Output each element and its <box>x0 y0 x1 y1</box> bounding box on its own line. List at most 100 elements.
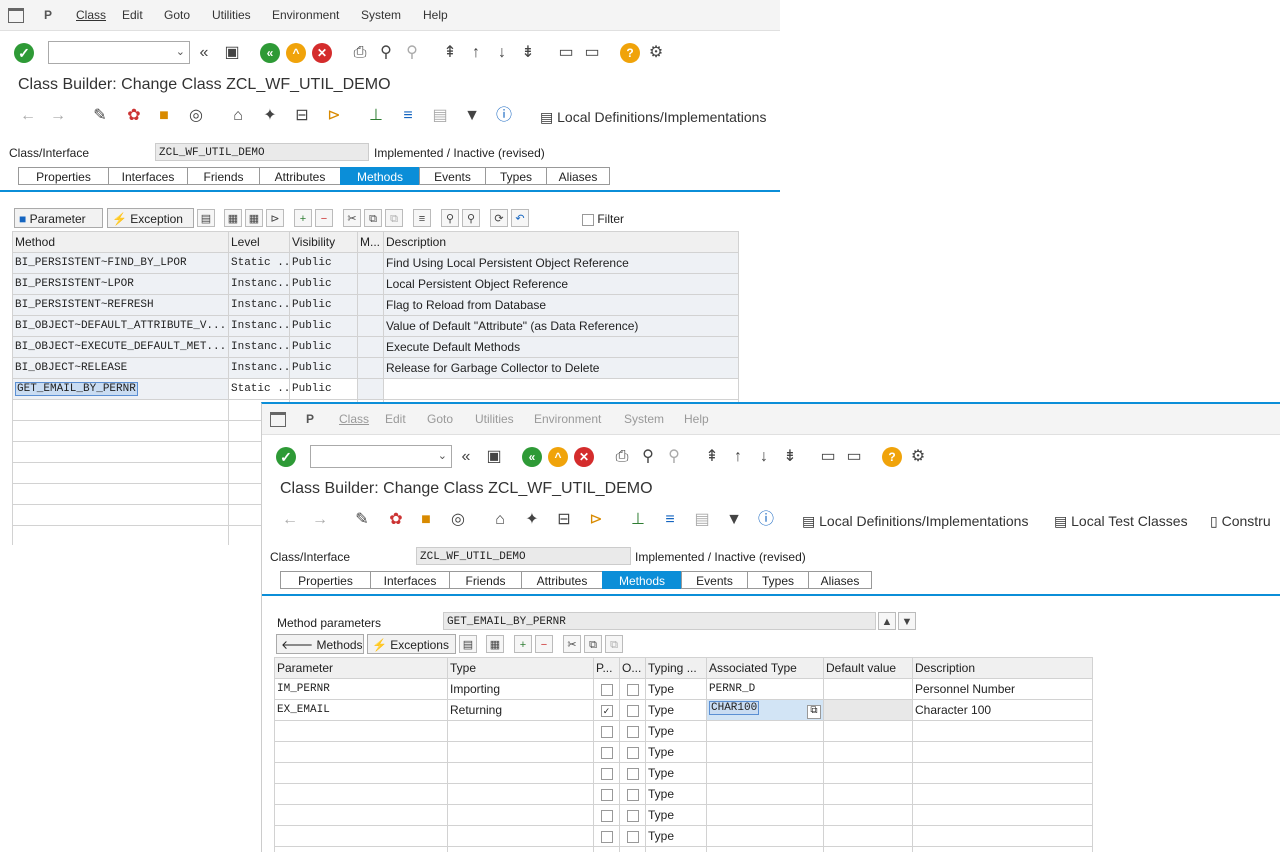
visibility-cell[interactable]: Public <box>289 294 358 316</box>
table-icon[interactable]: ▤ <box>692 510 712 530</box>
level-cell[interactable]: Instanc... <box>228 294 290 316</box>
associated-type-cell[interactable]: PERNR_D <box>706 678 824 700</box>
pass-value-checkbox[interactable] <box>600 725 613 738</box>
tab-interfaces[interactable]: Interfaces <box>108 167 187 185</box>
default-value-cell[interactable] <box>823 678 913 700</box>
menu-edit[interactable]: Edit <box>122 8 143 22</box>
col-visibility[interactable]: Visibility <box>289 231 358 253</box>
undo-icon[interactable]: ↶ <box>511 209 529 227</box>
grid-find-next-icon[interactable]: ⚲ <box>462 209 480 227</box>
method-cell[interactable]: GET_EMAIL_BY_PERNR <box>12 378 229 400</box>
find-icon[interactable]: ⚲ <box>376 43 396 63</box>
empty-row[interactable]: Type <box>274 846 1093 852</box>
description-cell[interactable]: Local Persistent Object Reference <box>383 273 739 295</box>
table-row[interactable]: GET_EMAIL_BY_PERNR Static ... Public <box>12 378 739 400</box>
cancel-icon[interactable]: ✕ <box>574 447 594 467</box>
display-change-icon[interactable]: ✎ <box>352 510 372 530</box>
insert-row-icon[interactable]: + <box>294 209 312 227</box>
methods-button[interactable]: 🡐 Methods <box>276 634 364 654</box>
typing-cell[interactable]: Type <box>645 846 707 852</box>
nav-back-icon[interactable]: ← <box>18 106 38 126</box>
menu-class[interactable]: Class <box>339 412 369 426</box>
refresh-icon[interactable]: ⟳ <box>490 209 508 227</box>
menu-help[interactable]: Help <box>684 412 709 426</box>
pass-value-checkbox[interactable]: ✓ <box>600 704 613 717</box>
method-cell[interactable]: BI_OBJECT~RELEASE <box>12 357 229 379</box>
tab-aliases[interactable]: Aliases <box>808 571 872 589</box>
type-cell[interactable]: Returning <box>447 699 594 721</box>
method-cell[interactable]: BI_OBJECT~EXECUTE_DEFAULT_MET... <box>12 336 229 358</box>
detail-icon[interactable]: ▦ <box>224 209 242 227</box>
cut-icon[interactable]: ✂ <box>343 209 361 227</box>
collapse-icon[interactable]: « <box>456 447 476 467</box>
nav-forward-icon[interactable]: → <box>310 510 330 530</box>
print-icon[interactable]: ⎙ <box>612 447 632 467</box>
class-interface-field[interactable]: ZCL_WF_UTIL_DEMO <box>416 547 631 565</box>
optional-cell[interactable] <box>619 699 646 721</box>
typing-cell[interactable]: Type <box>645 825 707 847</box>
level-cell[interactable]: Instanc... <box>228 357 290 379</box>
pass-value-checkbox[interactable] <box>600 809 613 822</box>
optional-checkbox[interactable] <box>626 683 639 696</box>
shortcut-icon[interactable]: ▭ <box>582 43 602 63</box>
pass-value-checkbox[interactable] <box>600 683 613 696</box>
table-row[interactable]: BI_PERSISTENT~LPOR Instanc... Public Loc… <box>12 273 739 295</box>
col-optional[interactable]: O... <box>619 657 646 679</box>
typing-cell[interactable]: Type <box>645 762 707 784</box>
visibility-cell[interactable]: Public <box>289 252 358 274</box>
list-icon[interactable]: ≡ <box>398 106 418 126</box>
level-cell[interactable]: Instanc... <box>228 336 290 358</box>
copy-rows-icon[interactable]: ⧉ <box>584 635 602 653</box>
where-used-icon[interactable]: ◎ <box>448 510 468 530</box>
help-icon[interactable]: ? <box>882 447 902 467</box>
menu-system[interactable]: System <box>361 8 401 22</box>
copy-rows-icon[interactable]: ⧉ <box>364 209 382 227</box>
find-next-icon[interactable]: ⚲ <box>402 43 422 63</box>
optional-checkbox[interactable] <box>626 809 639 822</box>
pass-value-cell[interactable] <box>593 678 620 700</box>
menu-utilities[interactable]: Utilities <box>212 8 251 22</box>
menu-goto[interactable]: Goto <box>164 8 190 22</box>
check-icon[interactable]: ✿ <box>124 106 144 126</box>
next-page-icon[interactable]: ↓ <box>754 447 774 467</box>
tab-attributes[interactable]: Attributes <box>521 571 602 589</box>
info-icon[interactable]: ⓘ <box>494 106 514 126</box>
signature-icon[interactable]: ⊳ <box>586 510 606 530</box>
back-icon[interactable]: « <box>260 43 280 63</box>
magic-wand-icon[interactable]: ✦ <box>260 106 280 126</box>
exit-icon[interactable]: ^ <box>286 43 306 63</box>
first-page-icon[interactable]: ⇞ <box>440 43 460 63</box>
table-row[interactable]: BI_OBJECT~RELEASE Instanc... Public Rele… <box>12 357 739 379</box>
tab-events[interactable]: Events <box>681 571 747 589</box>
new-session-icon[interactable]: ▭ <box>818 447 838 467</box>
last-page-icon[interactable]: ⇟ <box>780 447 800 467</box>
visibility-cell[interactable]: Public <box>289 378 358 400</box>
constructor-button[interactable]: ▯ Constru <box>1210 513 1271 530</box>
col-m[interactable]: M... <box>357 231 384 253</box>
m-cell[interactable] <box>357 294 384 316</box>
window-menu-icon[interactable] <box>8 8 24 23</box>
pass-value-checkbox[interactable] <box>600 830 613 843</box>
nav-back-icon[interactable]: ← <box>280 510 300 530</box>
copy-icon[interactable]: ▦ <box>245 209 263 227</box>
typing-cell[interactable]: Type <box>645 678 707 700</box>
m-cell[interactable] <box>357 273 384 295</box>
menu-edit[interactable]: Edit <box>385 412 406 426</box>
parameter-cell[interactable]: EX_EMAIL <box>274 699 448 721</box>
description-cell[interactable]: Value of Default "Attribute" (as Data Re… <box>383 315 739 337</box>
tab-friends[interactable]: Friends <box>449 571 521 589</box>
tab-attributes[interactable]: Attributes <box>259 167 340 185</box>
help-icon[interactable]: ? <box>620 43 640 63</box>
typing-cell[interactable]: Type <box>645 804 707 826</box>
empty-row[interactable]: Type <box>274 825 1093 847</box>
parameter-cell[interactable]: IM_PERNR <box>274 678 448 700</box>
delete-row-icon[interactable]: − <box>315 209 333 227</box>
sort-icon[interactable]: ≡ <box>413 209 431 227</box>
redefine-icon[interactable]: ⊳ <box>266 209 284 227</box>
next-page-icon[interactable]: ↓ <box>492 43 512 63</box>
optional-checkbox[interactable] <box>626 767 639 780</box>
m-cell[interactable] <box>357 357 384 379</box>
new-session-icon[interactable]: ▭ <box>556 43 576 63</box>
optional-checkbox[interactable] <box>626 830 639 843</box>
find-icon[interactable]: ⚲ <box>638 447 658 467</box>
